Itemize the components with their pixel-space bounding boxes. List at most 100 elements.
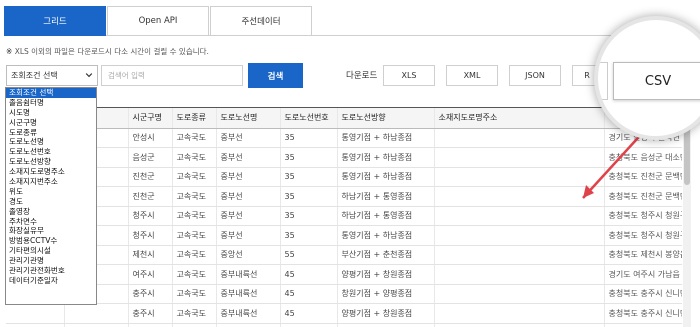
download-xml-button[interactable]: XML <box>446 65 498 86</box>
table-row[interactable]: 여주시 고속국도 중부내륙선 45 양평기점 + 창원종점 경기도 여주시 가남읍 <box>6 264 682 285</box>
dropdown-option[interactable]: 주차면수 <box>6 217 96 227</box>
table-cell: 고속국도 <box>172 245 217 265</box>
download-csv-button[interactable]: CSV <box>613 62 700 100</box>
table-cell: 충주시 <box>128 303 173 324</box>
table-cell <box>434 186 605 207</box>
table-cell: 하남기점 + 통영종점 <box>337 186 435 207</box>
dropdown-option[interactable]: 졸영장 <box>6 207 96 217</box>
table-cell: 진천군 <box>128 186 173 207</box>
tab-open-api[interactable]: Open API <box>107 6 209 36</box>
tab-grid[interactable]: 그리드 <box>4 6 106 36</box>
table-cell: 충청북도 충주시 신니면 <box>604 303 682 324</box>
table-cell: 45 <box>280 264 338 285</box>
dropdown-option[interactable]: 도로노선방향 <box>6 157 96 167</box>
chevron-down-icon <box>85 73 93 78</box>
table-cell <box>6 303 65 324</box>
table-cell: 고속국도 <box>172 225 217 246</box>
table-cell: 안성시 <box>128 128 173 148</box>
search-condition-select[interactable]: 조회조건 선택 <box>6 65 98 86</box>
table-row[interactable]: 충주시 고속국도 중부내륙선 45 양평기점 + 창원종점 충청북도 충주시 신니면 <box>6 303 682 324</box>
table-cell: 35 <box>280 147 338 168</box>
table-cell: 양평기점 + 창원종점 <box>337 303 435 324</box>
column-header[interactable]: 도로종류 <box>172 108 217 129</box>
table-cell <box>434 284 605 304</box>
table-cell: 창원기점 + 양평종점 <box>337 323 435 327</box>
dropdown-option[interactable]: 도로노선번호 <box>6 147 96 157</box>
download-label: 다운로드 <box>346 71 378 81</box>
table-cell: 35 <box>280 206 338 226</box>
download-json-button[interactable]: JSON <box>509 65 561 86</box>
table-cell: 충청북도 충주시 신니면 <box>604 284 682 304</box>
table-cell: 35 <box>280 128 338 148</box>
grid-scrollbar[interactable] <box>683 107 691 327</box>
select-value: 조회조건 선택 <box>11 71 58 80</box>
table-cell <box>434 206 605 226</box>
search-input[interactable] <box>101 65 243 86</box>
dropdown-option[interactable]: 데이터기준일자 <box>6 276 96 286</box>
dropdown-option[interactable]: 시군구명 <box>6 118 96 128</box>
search-condition-dropdown[interactable]: 조회조건 선택 졸음쉼터명 시도명 시군구명 도로종류 도로노선명 도로노선번호 도로노선방향… <box>5 87 97 305</box>
column-header[interactable]: 도로노선방향 <box>337 108 435 129</box>
table-row[interactable]: 대소원충청북도충주시고속국도중부내륙선45창원기점 + 양평종점 충청북도 충주시… <box>6 323 682 327</box>
table-cell <box>434 147 605 168</box>
dropdown-option[interactable]: 소재지도로명주소 <box>6 167 96 177</box>
table-row[interactable]: 충주시 고속국도 중부내륙선 45 창원기점 + 양평종점 충청북도 충주시 신니면 <box>6 284 682 304</box>
table-row[interactable]: 안성시고속국도중부선35통영기점 + 하남종점경기도 안성시 일죽면 <box>6 128 682 148</box>
dropdown-option[interactable]: 졸음쉼터명 <box>6 98 96 108</box>
table-cell: 55 <box>280 245 338 265</box>
dropdown-option[interactable]: 방범용CCTV수 <box>6 236 96 246</box>
tab-line-data[interactable]: 주선데이터 <box>210 6 312 36</box>
download-notice: ※ XLS 이외의 파일은 다운로드시 다소 시간이 걸릴 수 있습니다. <box>6 46 209 57</box>
table-row[interactable]: 진천군 고속국도 중부선 35 하남기점 + 통영종점 충청북도 진천군 문백면 <box>6 186 682 207</box>
dropdown-option[interactable]: 소재지지번주소 <box>6 177 96 187</box>
table-cell: 충청북도 진천군 문백면 <box>604 186 682 207</box>
dropdown-option[interactable]: 도로종류 <box>6 128 96 138</box>
table-cell: 제천시 <box>128 245 173 265</box>
dropdown-option[interactable]: 도로노선명 <box>6 137 96 147</box>
table-cell: 중부선 <box>216 225 281 246</box>
search-button[interactable]: 검색 <box>248 63 303 88</box>
table-cell: 고속국도 <box>172 206 217 226</box>
table-cell: 중부선 <box>216 147 281 168</box>
table-row[interactable]: 청주시 고속국도 중부선 35 통영기점 + 하남종점 충청북도 청주시 청원구 <box>6 225 682 246</box>
table-cell: 충청북도 청주시 청원구 <box>604 206 682 226</box>
table-cell: 고속국도 <box>172 264 217 285</box>
table-row[interactable]: 진천군 고속국도 중부선 35 통영기점 + 하남종점 충청북도 진천군 문백면 <box>6 167 682 187</box>
table-row[interactable]: 음성군 고속국도 중부선 35 통영기점 + 하남종점 충청북도 음성군 대소면 <box>6 147 682 168</box>
dropdown-option[interactable]: 위도 <box>6 187 96 197</box>
table-cell: 대소원 <box>6 323 65 327</box>
notice-mark: ※ <box>6 47 13 56</box>
dropdown-option[interactable]: 조회조건 선택 <box>6 88 96 98</box>
table-cell: 통영기점 + 하남종점 <box>337 128 435 148</box>
dropdown-option[interactable]: 기타편의시설 <box>6 246 96 256</box>
table-row[interactable]: 제천시 고속국도 중앙선 55 부산기점 + 춘천종점 충청북도 제천시 봉양읍 <box>6 245 682 265</box>
notice-text: XLS 이외의 파일은 다운로드시 다소 시간이 걸릴 수 있습니다. <box>14 47 209 56</box>
table-cell: 통영기점 + 하남종점 <box>337 167 435 187</box>
column-header[interactable]: 시군구명 <box>128 108 173 129</box>
table-cell <box>434 225 605 246</box>
column-header[interactable]: 도로노선번호 <box>280 108 338 129</box>
table-cell: 충청북도 음성군 대소면 <box>604 147 682 168</box>
table-cell <box>434 323 605 327</box>
table-cell: 중부내륙선 <box>216 303 281 324</box>
column-header[interactable]: 소재지도로명주소 <box>434 108 605 129</box>
dropdown-option[interactable]: 관리기관전화번호 <box>6 266 96 276</box>
download-xls-button[interactable]: XLS <box>383 65 435 86</box>
table-cell: 통영기점 + 하남종점 <box>337 225 435 246</box>
table-cell: 충청북도 진천군 문백면 <box>604 167 682 187</box>
table-cell: 충청북도 충주시 대소원면 <box>604 323 682 327</box>
table-cell: 중부선 <box>216 186 281 207</box>
table-row[interactable]: 청주시 고속국도 중부선 35 하남기점 + 통영종점 충청북도 청주시 청원구 <box>6 206 682 226</box>
table-cell: 중부선 <box>216 128 281 148</box>
column-header[interactable]: 도로노선명 <box>216 108 281 129</box>
table-cell <box>434 128 605 148</box>
dropdown-option[interactable]: 시도명 <box>6 108 96 118</box>
dropdown-option[interactable]: 경도 <box>6 197 96 207</box>
table-cell: 고속국도 <box>172 128 217 148</box>
table-cell: 중부선 <box>216 167 281 187</box>
dropdown-option[interactable]: 관리기관명 <box>6 256 96 266</box>
table-cell <box>434 167 605 187</box>
table-cell: 중부내륙선 <box>216 284 281 304</box>
dropdown-option[interactable]: 화장실유무 <box>6 226 96 236</box>
table-cell: 고속국도 <box>172 186 217 207</box>
